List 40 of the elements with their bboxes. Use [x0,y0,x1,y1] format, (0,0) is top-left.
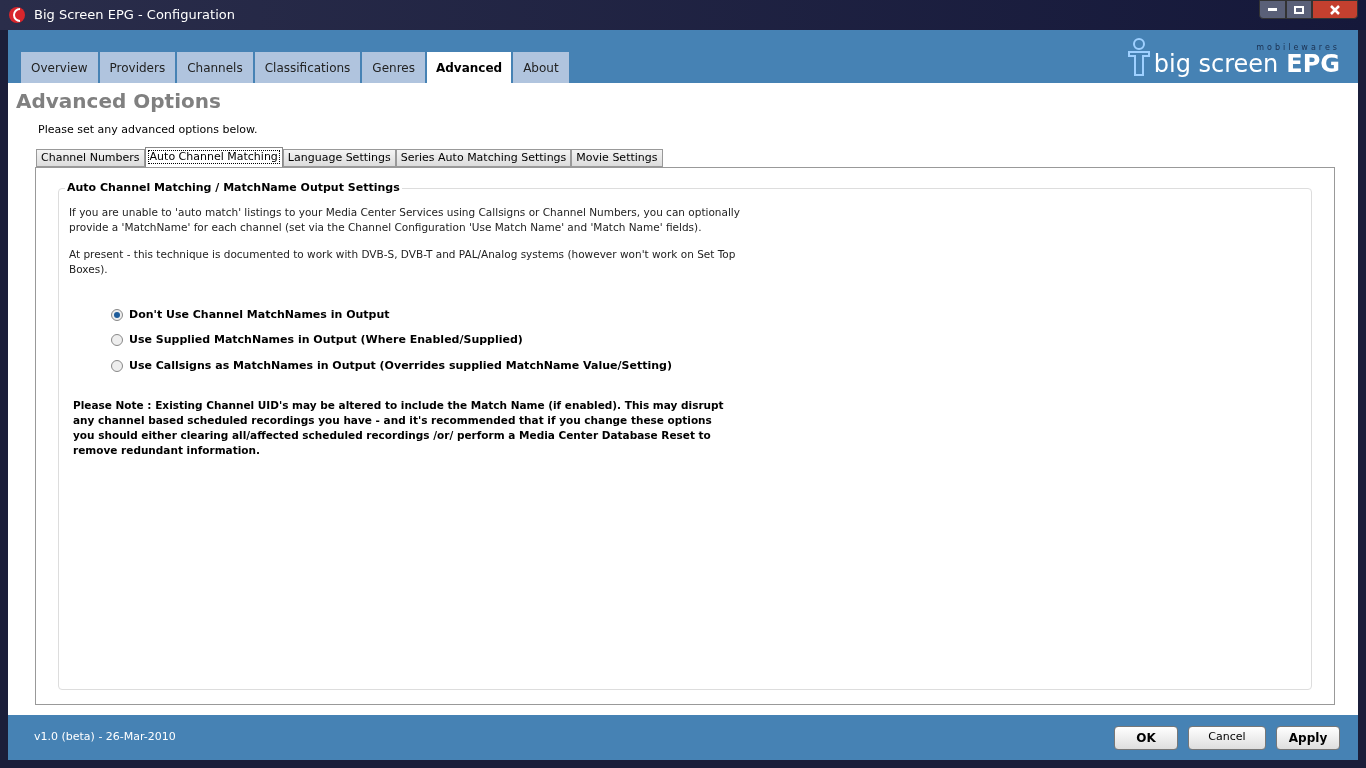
dialog-button[interactable]: Apply [1276,725,1340,750]
logo-name: big screen [1153,51,1279,76]
close-button[interactable] [1312,0,1358,19]
warning-note: Please Note : Existing Channel UID's may be altered to include the Match Name (if enabled). This may disrupt any channel based scheduled recordings you have - and it's recommended that if you change these options you should either clearing all/affected scheduled recordings /or/ perform a Media Center Database Reset to remove redundant information. [73,398,725,458]
radio-option[interactable]: Use Callsigns as MatchNames in Output (Overrides supplied MatchName Value/Setting) [111,357,1301,374]
dialog-button[interactable]: OK [1114,725,1178,750]
version-text: v1.0 (beta) - 26-Mar-2010 [34,729,176,746]
logo-tagline: mobilewares [1256,43,1340,52]
radio-button[interactable] [111,308,123,321]
person-logo-icon [1127,37,1150,76]
main-tab[interactable]: Overview [21,52,98,83]
radio-label: Use Supplied MatchNames in Output (Where Enabled/Supplied) [129,332,523,348]
sub-tab[interactable]: Channel Numbers [36,148,145,167]
window-title: Big Screen EPG - Configuration [34,6,235,25]
intro-text: Please set any advanced options below. [38,122,259,138]
sub-tab[interactable]: Language Settings [282,148,396,167]
main-tab[interactable]: About [513,52,569,83]
radio-option[interactable]: Don't Use Channel MatchNames in Output [111,306,1301,323]
maximize-button[interactable] [1286,0,1312,19]
description-text: If you are unable to 'auto match' listings to your Media Center Services using Callsigns or Channel Numbers, you can optionally provide a 'MatchName' for each channel (set via the Channel Configuration 'Use Match Name' and 'Match Name' fields). [69,204,741,235]
description-text: At present - this technique is documented to work with DVB-S, DVB-T and PAL/Analog systems (however won't work on Set Top Boxes). [69,246,737,277]
radio-option[interactable]: Use Supplied MatchNames in Output (Where Enabled/Supplied) [111,332,1301,349]
main-tab[interactable]: Providers [99,52,176,83]
radio-button[interactable] [111,334,123,347]
sub-tab[interactable]: Movie Settings [571,148,663,167]
radio-button[interactable] [111,359,123,372]
sub-tab[interactable]: Auto Channel Matching [144,146,283,167]
close-icon [1330,4,1340,15]
main-tab[interactable]: Classifications [254,52,361,83]
radio-label: Use Callsigns as MatchNames in Output (Overrides supplied MatchName Value/Setting) [129,357,672,374]
app-logo-icon [8,6,26,24]
main-tab[interactable]: Channels [177,52,253,83]
page-heading: Advanced Options [16,89,222,114]
logo-name-bold: EPG [1286,51,1340,76]
radio-label: Don't Use Channel MatchNames in Output [129,306,390,323]
minimize-button[interactable] [1259,0,1286,19]
dialog-button[interactable]: Cancel [1188,725,1266,750]
sub-tab[interactable]: Series Auto Matching Settings [395,148,572,167]
main-tab[interactable]: Genres [362,52,425,83]
main-tab[interactable]: Advanced [426,52,512,83]
